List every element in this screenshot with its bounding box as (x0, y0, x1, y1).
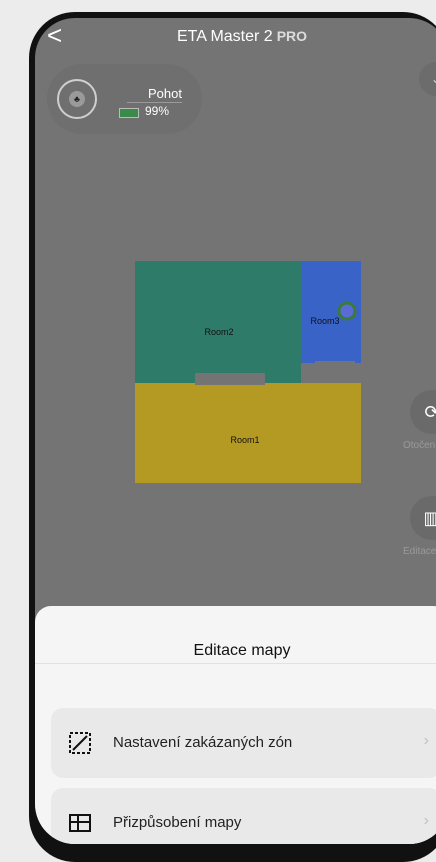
room1-area[interactable] (135, 383, 361, 483)
battery-icon (119, 108, 139, 118)
robot-mode: Pohot (127, 86, 182, 103)
sheet-title: Editace mapy (35, 606, 436, 664)
device-name: ETA Master 2 (177, 28, 273, 45)
rotate-icon[interactable]: ⟳ (410, 390, 436, 434)
robot-avatar: ♣ (57, 79, 97, 119)
room-label-room2: Room2 (204, 327, 233, 337)
restricted-zone-icon (69, 732, 91, 754)
restricted-zones-item[interactable]: Nastavení zakázaných zón › (51, 708, 436, 778)
map-customize-item[interactable]: Přizpůsobení mapy › (51, 788, 436, 844)
room-label-room3: Room3 (310, 316, 339, 326)
robot-position-icon (339, 303, 355, 319)
app-screen: < ETA Master 2PRO ⏏ ⌄ ♣ Pohot 99% Room2 … (35, 18, 436, 844)
battery-level: 99% (145, 104, 169, 118)
chevron-down-icon[interactable]: ⌄ (419, 62, 436, 96)
chevron-right-icon: › (424, 812, 429, 830)
floor-map[interactable]: Room2 Room3 Room1 (135, 261, 365, 486)
restricted-zones-label: Nastavení zakázaných zón (113, 734, 292, 751)
room-label-room1: Room1 (230, 435, 259, 445)
rotate-map-control[interactable]: ⟳ Otočení mapy (403, 390, 436, 451)
map-canvas: Room2 Room3 Room1 (135, 261, 365, 486)
map-icon[interactable]: ▥ (410, 496, 436, 540)
edit-map-label: Editace mapy (403, 546, 436, 557)
bottom-sheet: Editace mapy Nastavení zakázaných zón › … (35, 606, 436, 844)
robot-status-card[interactable]: ♣ Pohot 99% (47, 64, 202, 134)
room2-area[interactable] (135, 261, 301, 383)
page-title: ETA Master 2PRO (35, 28, 436, 46)
rotate-map-label: Otočení mapy (403, 440, 436, 451)
brush-icon: ♣ (69, 91, 85, 107)
map-customize-label: Přizpůsobení mapy (113, 814, 241, 831)
pro-badge: PRO (277, 28, 307, 44)
top-bar: < ETA Master 2PRO ⏏ (35, 18, 436, 58)
edit-map-control[interactable]: ▥ Editace mapy (403, 496, 436, 557)
map-customize-icon (69, 812, 91, 834)
chevron-right-icon: › (424, 732, 429, 750)
